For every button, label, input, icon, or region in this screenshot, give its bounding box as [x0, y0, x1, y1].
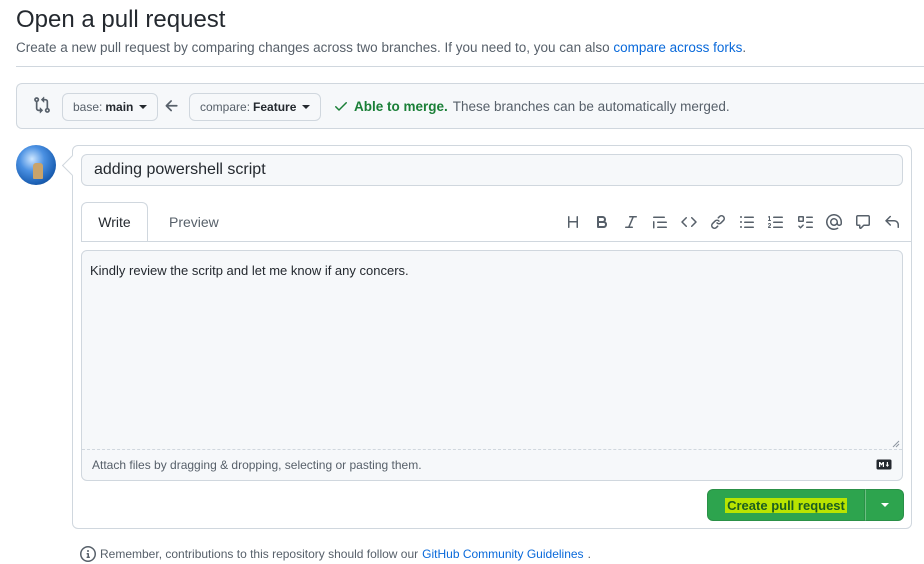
- italic-icon[interactable]: [622, 213, 640, 231]
- attach-files-bar[interactable]: Attach files by dragging & dropping, sel…: [82, 449, 902, 480]
- create-pull-request-button[interactable]: Create pull request: [707, 489, 865, 521]
- quote-icon[interactable]: [651, 213, 669, 231]
- page-title: Open a pull request: [16, 6, 226, 33]
- comment-editor: Kindly review the scritp and let me know…: [81, 250, 903, 481]
- reference-icon[interactable]: [854, 213, 872, 231]
- task-list-icon[interactable]: [796, 213, 814, 231]
- pr-body-textarea[interactable]: Kindly review the scritp and let me know…: [82, 251, 902, 451]
- chevron-down-icon: [880, 503, 889, 507]
- community-guidelines-note: Remember, contributions to this reposito…: [80, 546, 591, 562]
- range-editor: base: main compare: Feature Able to merg…: [16, 83, 924, 129]
- chevron-down-icon: [139, 105, 148, 109]
- merge-status: Able to merge. These branches can be aut…: [333, 98, 730, 114]
- tab-preview[interactable]: Preview: [155, 202, 233, 242]
- arrow-left-icon: [165, 100, 178, 112]
- create-pull-request-label: Create pull request: [725, 497, 847, 513]
- heading-icon[interactable]: [564, 213, 582, 231]
- avatar[interactable]: [16, 145, 56, 185]
- pr-composer: Write Preview: [72, 145, 912, 529]
- resize-handle-icon[interactable]: [892, 440, 900, 448]
- note-suffix: .: [587, 547, 591, 561]
- subtitle-suffix: .: [742, 40, 747, 55]
- bold-icon[interactable]: [593, 213, 611, 231]
- attach-files-hint: Attach files by dragging & dropping, sel…: [92, 458, 422, 472]
- base-branch-name: main: [105, 100, 134, 114]
- tab-write[interactable]: Write: [81, 202, 148, 242]
- tabs-underline: [81, 241, 911, 242]
- markdown-icon[interactable]: [876, 459, 892, 470]
- code-icon[interactable]: [680, 213, 698, 231]
- merge-status-detail: These branches can be automatically merg…: [452, 98, 730, 114]
- page-subtitle: Create a new pull request by comparing c…: [16, 40, 746, 55]
- community-guidelines-link[interactable]: GitHub Community Guidelines: [422, 547, 583, 561]
- ordered-list-icon[interactable]: [767, 213, 785, 231]
- compare-label: compare:: [200, 100, 251, 114]
- header-divider: [16, 66, 924, 67]
- create-pull-request-dropdown[interactable]: [865, 489, 904, 521]
- markdown-toolbar: [564, 213, 901, 231]
- mention-icon[interactable]: [825, 213, 843, 231]
- compare-branch-button[interactable]: compare: Feature: [189, 93, 322, 121]
- note-text: Remember, contributions to this reposito…: [100, 547, 419, 561]
- compare-branch-name: Feature: [253, 100, 297, 114]
- compare-across-forks-link[interactable]: compare across forks: [613, 40, 742, 55]
- git-compare-icon: [34, 96, 50, 114]
- check-icon: [335, 102, 347, 111]
- base-label: base:: [73, 100, 103, 114]
- unordered-list-icon[interactable]: [738, 213, 756, 231]
- chevron-down-icon: [302, 105, 311, 109]
- pr-title-input[interactable]: [81, 154, 903, 186]
- info-icon: [80, 546, 96, 562]
- base-branch-button[interactable]: base: main: [62, 93, 159, 121]
- merge-status-label: Able to merge.: [354, 98, 448, 114]
- link-icon[interactable]: [709, 213, 727, 231]
- reply-icon[interactable]: [883, 213, 901, 231]
- subtitle-text: Create a new pull request by comparing c…: [16, 40, 614, 55]
